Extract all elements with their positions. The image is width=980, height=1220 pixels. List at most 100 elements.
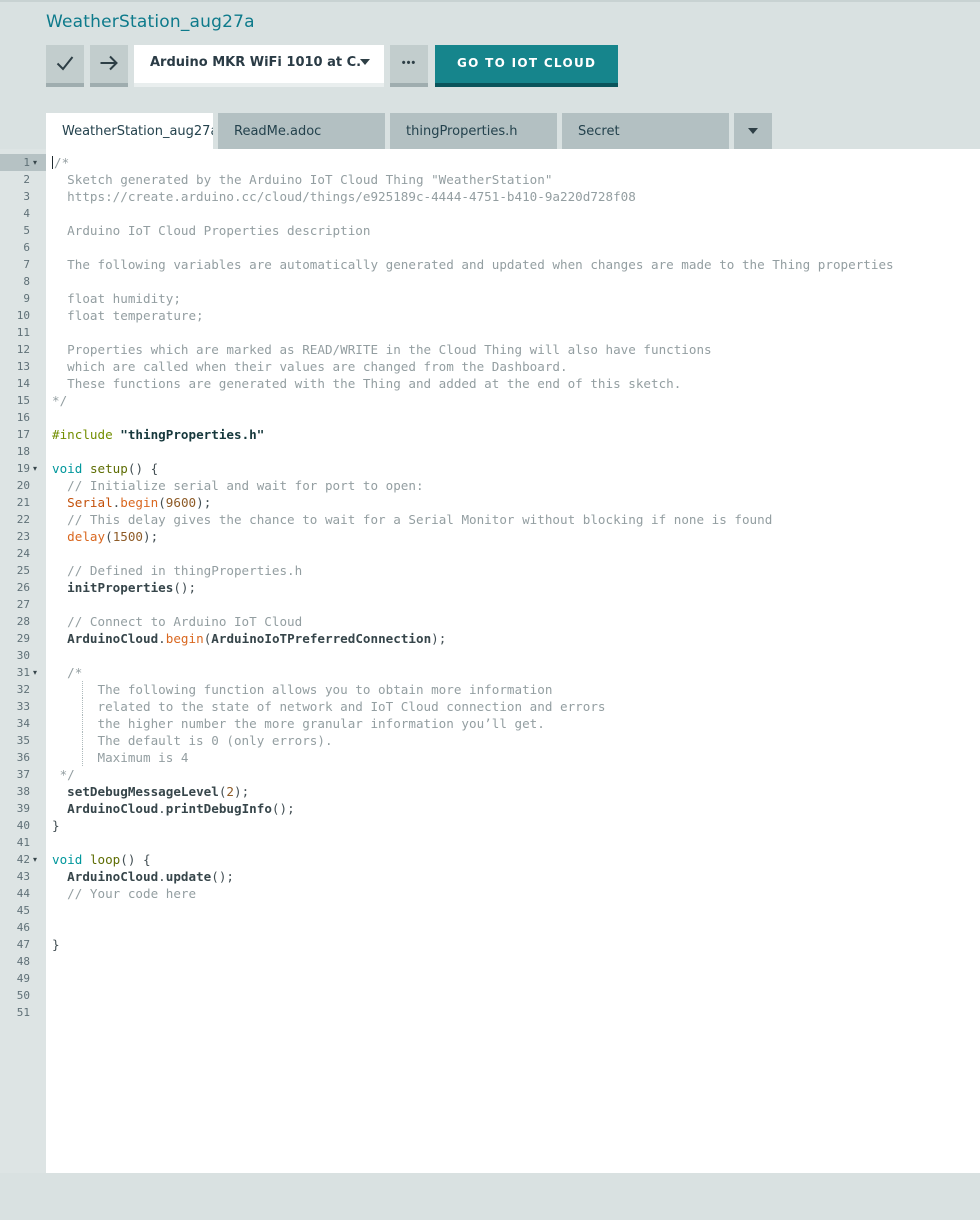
code-line[interactable] [46, 970, 980, 987]
code-line[interactable]: } [46, 936, 980, 953]
indent-guide [82, 681, 83, 698]
fold-arrow-icon[interactable]: ▾ [33, 664, 46, 681]
code-line-row: 26 initProperties(); [0, 579, 980, 596]
code-line[interactable] [46, 953, 980, 970]
line-number: 50 [0, 989, 33, 1002]
line-number: 40 [0, 819, 33, 832]
code-line[interactable]: Sketch generated by the Arduino IoT Clou… [46, 171, 980, 188]
code-line[interactable]: } [46, 817, 980, 834]
code-line[interactable]: initProperties(); [46, 579, 980, 596]
code-line[interactable] [46, 987, 980, 1004]
code-line-row: 48 [0, 953, 980, 970]
fold-arrow-icon[interactable]: ▾ [33, 154, 46, 171]
code-line[interactable] [46, 273, 980, 290]
code-line[interactable]: related to the state of network and IoT … [46, 698, 980, 715]
code-line[interactable]: ArduinoCloud.update(); [46, 868, 980, 885]
code-line[interactable] [46, 596, 980, 613]
tab-thingproperties-h[interactable]: thingProperties.h [390, 113, 557, 149]
code-line[interactable]: Properties which are marked as READ/WRIT… [46, 341, 980, 358]
code-line[interactable] [46, 324, 980, 341]
code-line[interactable]: */ [46, 392, 980, 409]
code-line-row: 3 https://create.arduino.cc/cloud/things… [0, 188, 980, 205]
code-line-row: 15*/ [0, 392, 980, 409]
code-line[interactable]: // Initialize serial and wait for port t… [46, 477, 980, 494]
code-line-row: 6 [0, 239, 980, 256]
code-line-row: 41 [0, 834, 980, 851]
code-line-row: 16 [0, 409, 980, 426]
code-line[interactable] [46, 239, 980, 256]
line-number: 32 [0, 683, 33, 696]
gutter-cell: 16 [0, 409, 46, 426]
line-number: 16 [0, 411, 33, 424]
code-line[interactable]: /* [46, 154, 980, 171]
code-line[interactable]: the higher number the more granular info… [46, 715, 980, 732]
line-number: 38 [0, 785, 33, 798]
fold-arrow-icon[interactable]: ▾ [33, 851, 46, 868]
tab-overflow-button[interactable] [734, 113, 772, 149]
tab-weatherstation-aug27a-[interactable]: WeatherStation_aug27a. [46, 113, 213, 149]
code-line[interactable]: The default is 0 (only errors). [46, 732, 980, 749]
verify-button[interactable] [46, 45, 84, 87]
line-number: 12 [0, 343, 33, 356]
code-line[interactable]: // Your code here [46, 885, 980, 902]
code-editor[interactable]: 1▾/*2 Sketch generated by the Arduino Io… [0, 149, 980, 1173]
code-line[interactable]: Serial.begin(9600); [46, 494, 980, 511]
code-line[interactable] [46, 409, 980, 426]
code-line[interactable]: void loop() { [46, 851, 980, 868]
code-line-row: 20 // Initialize serial and wait for por… [0, 477, 980, 494]
code-line-row: 36 Maximum is 4 [0, 749, 980, 766]
code-line[interactable] [46, 545, 980, 562]
code-line-row: 40} [0, 817, 980, 834]
code-line[interactable]: ArduinoCloud.printDebugInfo(); [46, 800, 980, 817]
code-line[interactable]: float temperature; [46, 307, 980, 324]
code-line[interactable]: The following function allows you to obt… [46, 681, 980, 698]
code-line[interactable]: which are called when their values are c… [46, 358, 980, 375]
board-selector[interactable]: Arduino MKR WiFi 1010 at C... [134, 45, 384, 87]
code-line[interactable] [46, 205, 980, 222]
tab-readme-adoc[interactable]: ReadMe.adoc [218, 113, 385, 149]
code-line[interactable] [46, 919, 980, 936]
code-line[interactable]: delay(1500); [46, 528, 980, 545]
code-line[interactable]: ArduinoCloud.begin(ArduinoIoTPreferredCo… [46, 630, 980, 647]
code-line[interactable] [46, 834, 980, 851]
gutter-cell: 41 [0, 834, 46, 851]
tab-label: Secret [578, 124, 620, 139]
go-to-iot-cloud-button[interactable]: GO TO IOT CLOUD [435, 45, 618, 87]
code-line[interactable] [46, 1004, 980, 1021]
code-line[interactable] [46, 443, 980, 460]
line-number: 28 [0, 615, 33, 628]
gutter-cell: 51 [0, 1004, 46, 1021]
line-number: 30 [0, 649, 33, 662]
code-line[interactable]: // This delay gives the chance to wait f… [46, 511, 980, 528]
fold-arrow-icon[interactable]: ▾ [33, 460, 46, 477]
code-line-row: 9 float humidity; [0, 290, 980, 307]
gutter-cell: 46 [0, 919, 46, 936]
tab-label: thingProperties.h [406, 124, 518, 139]
code-line[interactable]: https://create.arduino.cc/cloud/things/e… [46, 188, 980, 205]
code-line[interactable]: // Connect to Arduino IoT Cloud [46, 613, 980, 630]
more-options-button[interactable]: ••• [390, 45, 428, 87]
gutter-cell: 22 [0, 511, 46, 528]
line-number: 1 [0, 156, 33, 169]
code-line-row: 27 [0, 596, 980, 613]
code-line[interactable]: // Defined in thingProperties.h [46, 562, 980, 579]
code-line[interactable]: */ [46, 766, 980, 783]
tab-secret[interactable]: Secret [562, 113, 729, 149]
line-number: 44 [0, 887, 33, 900]
code-line[interactable] [46, 902, 980, 919]
code-line-row: 11 [0, 324, 980, 341]
code-line[interactable]: setDebugMessageLevel(2); [46, 783, 980, 800]
right-arrow-icon [97, 51, 121, 78]
code-line[interactable]: #include "thingProperties.h" [46, 426, 980, 443]
upload-button[interactable] [90, 45, 128, 87]
gutter-cell: 28 [0, 613, 46, 630]
code-line[interactable] [46, 647, 980, 664]
code-line[interactable]: void setup() { [46, 460, 980, 477]
code-line[interactable]: Arduino IoT Cloud Properties description [46, 222, 980, 239]
ellipsis-icon: ••• [402, 57, 417, 71]
code-line[interactable]: These functions are generated with the T… [46, 375, 980, 392]
code-line[interactable]: /* [46, 664, 980, 681]
code-line[interactable]: float humidity; [46, 290, 980, 307]
code-line[interactable]: Maximum is 4 [46, 749, 980, 766]
code-line[interactable]: The following variables are automaticall… [46, 256, 980, 273]
